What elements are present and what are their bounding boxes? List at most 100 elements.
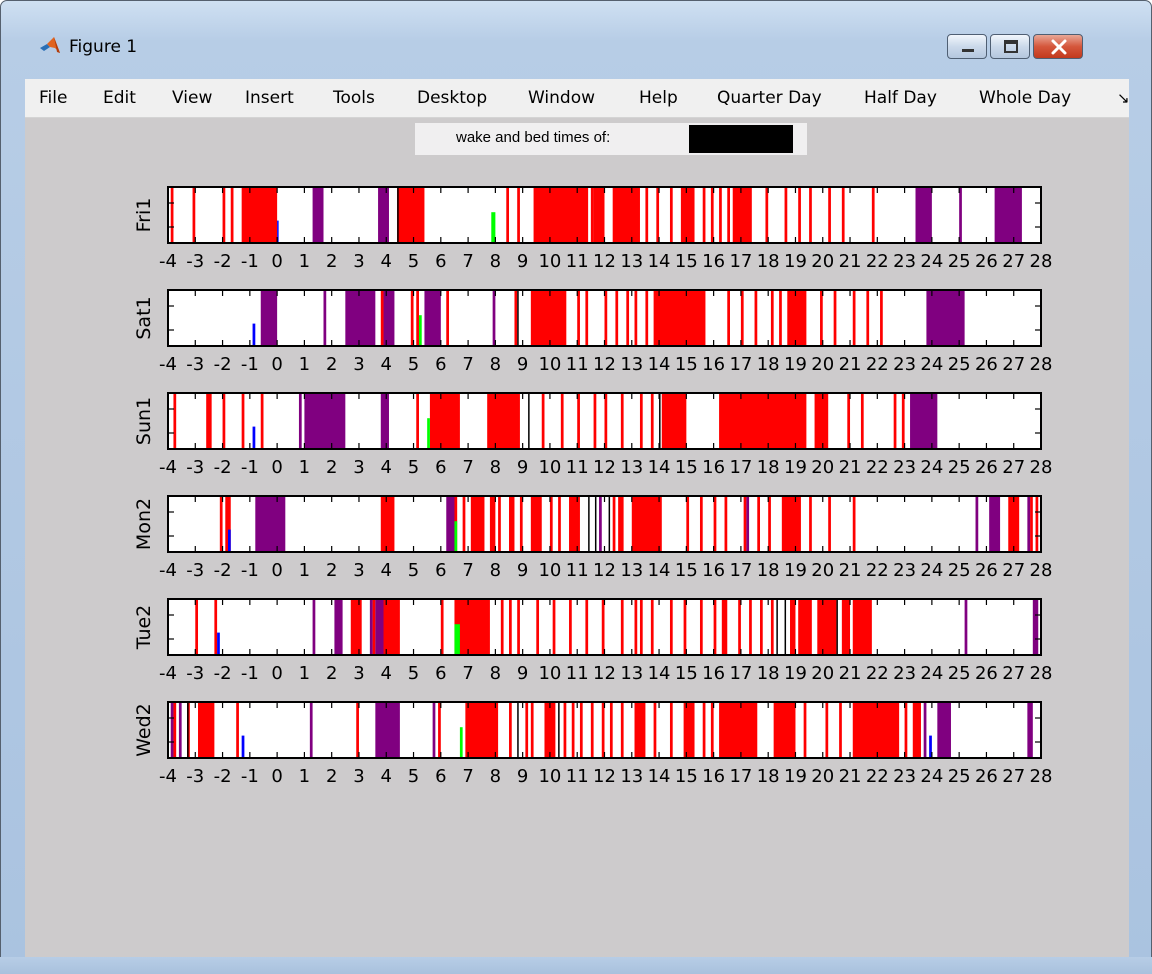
- red-interval: [601, 599, 605, 655]
- red-interval: [519, 496, 523, 552]
- red-interval: [639, 393, 643, 449]
- x-tick-label: 4: [381, 766, 392, 787]
- red-interval: [222, 393, 226, 449]
- x-tick-label: 23: [893, 560, 916, 581]
- x-tick-label: -2: [214, 457, 232, 478]
- red-interval: [514, 290, 518, 346]
- x-tick-label: 22: [866, 457, 889, 478]
- red-interval: [612, 496, 616, 552]
- red-interval: [544, 702, 556, 758]
- x-tick-label: 7: [462, 457, 473, 478]
- x-tick-label: 25: [948, 354, 971, 375]
- menu-insert[interactable]: Insert: [245, 88, 294, 108]
- x-tick-label: 2: [326, 354, 337, 375]
- menu-desktop[interactable]: Desktop: [417, 88, 487, 108]
- x-tick-label: 5: [408, 560, 419, 581]
- red-interval: [489, 496, 496, 552]
- x-tick-label: 14: [648, 251, 671, 272]
- x-tick-label: 20: [811, 354, 834, 375]
- minimize-button[interactable]: [947, 34, 987, 59]
- red-interval: [639, 599, 643, 655]
- red-interval: [604, 290, 608, 346]
- green-marker: [459, 727, 463, 758]
- menu-file[interactable]: File: [39, 88, 67, 108]
- red-interval: [604, 393, 608, 449]
- red-interval: [803, 702, 807, 758]
- row-label: Sat1: [133, 296, 155, 339]
- red-interval: [206, 393, 212, 449]
- red-interval: [487, 393, 520, 449]
- purple-interval: [926, 290, 965, 346]
- x-tick-label: 8: [490, 663, 501, 684]
- purple-interval: [380, 393, 389, 449]
- x-tick-label: 11: [566, 663, 589, 684]
- x-tick-label: 18: [757, 251, 780, 272]
- figure-canvas: wake and bed times of: -4 -3 -2 -1 0 1 2 3 4 5 6 7 8…: [25, 118, 1129, 958]
- x-tick-label: 19: [784, 766, 807, 787]
- red-interval: [601, 702, 605, 758]
- x-tick-label: 9: [517, 457, 528, 478]
- x-tick-label: 2: [326, 560, 337, 581]
- red-interval: [1008, 496, 1020, 552]
- title-bar[interactable]: Figure 1: [1, 1, 1151, 79]
- x-tick-label: 17: [729, 766, 752, 787]
- x-tick-label: 0: [271, 457, 282, 478]
- x-tick-label: 0: [271, 560, 282, 581]
- axes-wed2: -4 -3 -2 -1 0 1 2 3 4 5 6 7 8 9 10 11 12 13 14 15 16 17 18 19 20…: [133, 701, 1052, 787]
- x-tick-label: 28: [1030, 251, 1053, 272]
- purple-interval: [334, 599, 343, 655]
- x-tick-label: -2: [214, 560, 232, 581]
- menu-quarter-day[interactable]: Quarter Day: [717, 88, 822, 108]
- red-interval: [536, 599, 540, 655]
- x-tick-label: 15: [675, 354, 698, 375]
- red-interval: [626, 290, 630, 346]
- x-tick-label: 0: [271, 766, 282, 787]
- x-tick-label: 18: [757, 766, 780, 787]
- x-tick-label: 15: [675, 663, 698, 684]
- purple-interval: [432, 702, 436, 758]
- x-tick-label: 5: [408, 766, 419, 787]
- maximize-icon: [1004, 40, 1018, 53]
- menu-view[interactable]: View: [172, 88, 212, 108]
- x-tick-label: 16: [702, 354, 725, 375]
- red-interval: [650, 393, 654, 449]
- menu-help[interactable]: Help: [639, 88, 678, 108]
- purple-interval: [312, 599, 316, 655]
- x-tick-label: 18: [757, 457, 780, 478]
- black-marker: [659, 393, 661, 449]
- x-tick-label: 11: [566, 354, 589, 375]
- x-tick-label: 13: [620, 766, 643, 787]
- purple-interval: [915, 187, 932, 243]
- black-marker: [517, 290, 519, 346]
- maximize-button[interactable]: [990, 34, 1030, 59]
- x-tick-label: 2: [326, 663, 337, 684]
- x-tick-label: 22: [866, 354, 889, 375]
- menu-half-day[interactable]: Half Day: [864, 88, 937, 108]
- menu-whole-day[interactable]: Whole Day: [979, 88, 1071, 108]
- red-interval: [852, 496, 856, 552]
- red-interval: [702, 187, 706, 243]
- x-tick-label: 10: [538, 251, 561, 272]
- red-interval: [699, 496, 703, 552]
- menu-window[interactable]: Window: [528, 88, 595, 108]
- menu-tools[interactable]: Tools: [333, 88, 375, 108]
- x-tick-label: 24: [920, 354, 943, 375]
- red-interval: [779, 290, 782, 346]
- red-interval: [713, 496, 717, 552]
- red-interval: [192, 187, 196, 243]
- red-interval: [571, 702, 575, 758]
- red-interval: [765, 187, 769, 243]
- x-tick-label: -1: [241, 251, 259, 272]
- purple-interval: [492, 290, 496, 346]
- purple-interval: [383, 290, 395, 346]
- close-button[interactable]: [1033, 34, 1083, 59]
- menu-overflow-icon[interactable]: ↘: [1117, 89, 1130, 107]
- x-tick-label: 3: [353, 766, 364, 787]
- red-interval: [416, 393, 419, 449]
- red-interval: [841, 187, 845, 243]
- red-interval: [509, 496, 515, 552]
- x-tick-label: 12: [593, 354, 616, 375]
- x-tick-label: 26: [975, 251, 998, 272]
- menu-edit[interactable]: Edit: [103, 88, 136, 108]
- black-marker: [528, 393, 530, 449]
